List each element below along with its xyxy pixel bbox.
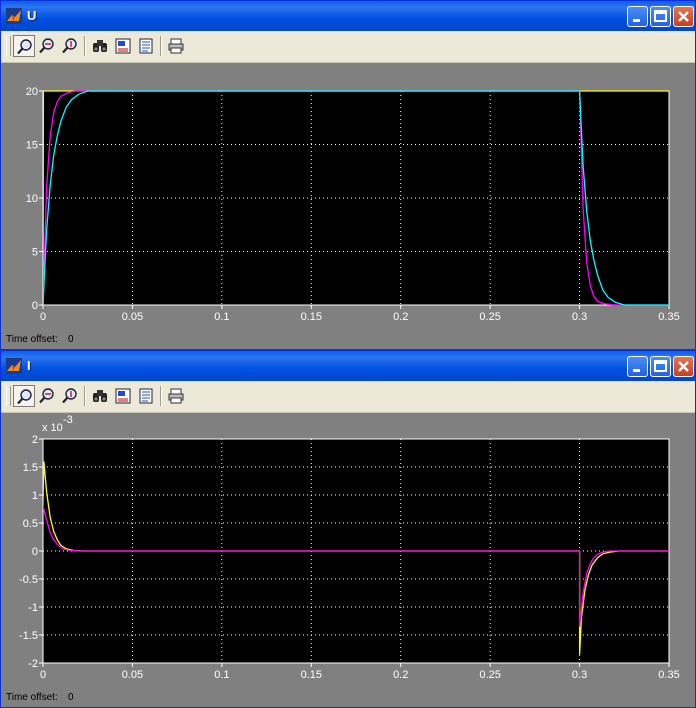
zoom-x-icon xyxy=(39,388,54,404)
title-bar[interactable]: U xyxy=(1,1,695,31)
close-icon xyxy=(678,361,689,372)
zoom-x-button[interactable] xyxy=(36,35,58,57)
parameters-icon xyxy=(139,38,153,54)
x-tick-label: 0.2 xyxy=(393,311,408,323)
x-tick-label: 0.05 xyxy=(122,311,143,323)
close-button[interactable] xyxy=(673,356,694,377)
minimize-icon xyxy=(633,369,640,372)
close-button[interactable] xyxy=(673,6,694,27)
print-icon xyxy=(168,388,184,404)
window-title: I xyxy=(27,358,31,373)
zoom-x-button[interactable] xyxy=(36,385,58,407)
print-button[interactable] xyxy=(165,35,187,57)
zoom-x-icon xyxy=(39,38,54,54)
zoom-y-icon xyxy=(62,388,77,404)
toolbar xyxy=(1,381,695,413)
x-tick-label: 0.15 xyxy=(301,669,322,681)
scope-chart-u[interactable]: 0 0.05 0.1 0.15 0.2 0.25 0.3 0.35 0 5 10 15 20 xyxy=(1,63,695,335)
save-axes-button[interactable] xyxy=(112,385,134,407)
zoom-icon xyxy=(17,389,32,405)
scope-plot-area: 0 0.05 0.1 0.15 0.2 0.25 0.3 0.35 0 5 10 15 20 Time … xyxy=(1,63,695,349)
minimize-button[interactable] xyxy=(627,356,648,377)
y-tick-label: 0 xyxy=(32,546,38,558)
x-tick-label: 0.25 xyxy=(479,311,500,323)
minimize-button[interactable] xyxy=(627,6,648,27)
maximize-button[interactable] xyxy=(650,6,671,27)
binoculars-icon xyxy=(93,390,107,402)
x-tick-label: 0 xyxy=(40,311,46,323)
y-tick-label: -2 xyxy=(28,658,38,670)
x-tick-label: 0.35 xyxy=(658,669,679,681)
parameters-icon xyxy=(139,388,153,404)
zoom-button[interactable] xyxy=(13,385,35,407)
toolbar-separator xyxy=(84,36,86,56)
zoom-button[interactable] xyxy=(13,35,35,57)
x-tick-label: 0.1 xyxy=(214,311,229,323)
x-tick-label: 0.05 xyxy=(122,669,143,681)
axis-exponent-power: -3 xyxy=(63,414,73,426)
toolbar-grip[interactable] xyxy=(6,36,11,56)
x-tick-label: 0.35 xyxy=(658,311,679,323)
y-tick-label: 2 xyxy=(32,434,38,446)
matlab-icon xyxy=(6,8,22,24)
y-tick-label: 1.5 xyxy=(23,462,38,474)
x-tick-label: 0 xyxy=(40,669,46,681)
save-axes-button[interactable] xyxy=(112,35,134,57)
parameters-button[interactable] xyxy=(135,35,157,57)
binoculars-icon xyxy=(93,40,107,52)
y-tick-label: 0 xyxy=(32,300,38,312)
y-tick-label: 20 xyxy=(26,86,38,98)
title-bar[interactable]: I xyxy=(1,351,695,381)
time-offset-value: 0 xyxy=(68,692,74,703)
toolbar-grip[interactable] xyxy=(6,386,11,406)
save-axes-icon xyxy=(115,38,131,54)
y-tick-label: 1 xyxy=(32,490,38,502)
window-title: U xyxy=(27,8,37,23)
toolbar-separator xyxy=(160,36,162,56)
x-tick-label: 0.25 xyxy=(479,669,500,681)
parameters-button[interactable] xyxy=(135,385,157,407)
print-icon xyxy=(168,38,184,54)
scope-window-u: U 0 0.05 0.1 0.15 0.2 0.25 0.3 0.35 0 5 … xyxy=(0,0,696,350)
autoscale-button[interactable] xyxy=(89,385,111,407)
zoom-y-icon xyxy=(62,38,77,54)
x-tick-label: 0.15 xyxy=(301,311,322,323)
x-tick-label: 0.2 xyxy=(393,669,408,681)
time-offset-label: Time offset: xyxy=(6,692,58,703)
y-tick-label: 0.5 xyxy=(23,518,38,530)
zoom-icon xyxy=(17,39,32,55)
save-axes-icon xyxy=(115,388,131,404)
zoom-y-button[interactable] xyxy=(59,35,81,57)
matlab-icon xyxy=(6,358,22,374)
y-tick-label: 10 xyxy=(26,193,38,205)
y-tick-label: -1 xyxy=(28,602,38,614)
maximize-icon xyxy=(654,360,667,372)
scope-plot-area: 0 0.05 0.1 0.15 0.2 0.25 0.3 0.35 2 1.5 1 0.5 0 -0.5 -… xyxy=(1,413,695,707)
time-offset-value: 0 xyxy=(68,334,74,345)
toolbar-separator xyxy=(84,386,86,406)
minimize-icon xyxy=(633,19,640,22)
maximize-button[interactable] xyxy=(650,356,671,377)
x-tick-label: 0.1 xyxy=(214,669,229,681)
zoom-y-button[interactable] xyxy=(59,385,81,407)
maximize-icon xyxy=(654,10,667,22)
time-offset-label: Time offset: xyxy=(6,334,58,345)
x-tick-label: 0.3 xyxy=(572,311,587,323)
y-tick-label: 15 xyxy=(26,140,38,152)
y-tick-label: 5 xyxy=(32,247,38,259)
scope-window-i: I 0 0.05 0.1 0.15 0.2 0.25 0.3 0.35 2 1.… xyxy=(0,350,696,708)
scope-chart-i[interactable]: 0 0.05 0.1 0.15 0.2 0.25 0.3 0.35 2 1.5 1 0.5 0 -0.5 -… xyxy=(1,413,695,693)
toolbar-separator xyxy=(160,386,162,406)
autoscale-button[interactable] xyxy=(89,35,111,57)
y-tick-label: -0.5 xyxy=(19,574,38,586)
toolbar xyxy=(1,31,695,63)
close-icon xyxy=(678,11,689,22)
axis-exponent-label: x 10 xyxy=(42,422,63,434)
print-button[interactable] xyxy=(165,385,187,407)
x-tick-label: 0.3 xyxy=(572,669,587,681)
y-tick-label: -1.5 xyxy=(19,630,38,642)
